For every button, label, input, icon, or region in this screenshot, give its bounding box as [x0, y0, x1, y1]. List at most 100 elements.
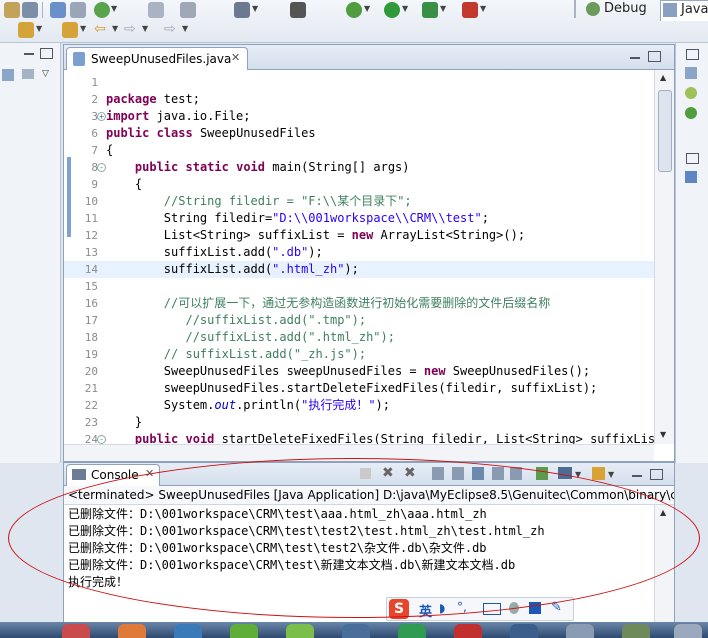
forward-arrow-icon[interactable]: ⇨ [124, 21, 136, 37]
tab-sweepunusedfiles-java[interactable]: SweepUnusedFiles.java ✕ [66, 47, 248, 70]
fold-toggle-icon[interactable]: - [97, 163, 106, 172]
last-edit-icon[interactable]: ⇨ [164, 21, 176, 37]
display-console-icon[interactable] [558, 467, 572, 479]
ant-view-icon[interactable] [685, 87, 697, 99]
pin-console-icon[interactable] [510, 467, 522, 480]
remove-all-icon[interactable]: ✖ [404, 465, 416, 481]
minimize-button[interactable] [630, 57, 640, 59]
scroll-up-icon[interactable]: ▲ [660, 508, 666, 517]
chevron-down-icon[interactable]: ▼ [142, 24, 148, 33]
chevron-down-icon[interactable]: ▼ [440, 4, 446, 13]
editor-horizontal-scrollbar[interactable] [64, 444, 654, 461]
scroll-up-icon[interactable]: ▲ [660, 73, 666, 82]
chevron-down-icon[interactable]: ▼ [80, 24, 86, 33]
code-line[interactable]: 10 //String filedir = "F:\\某个目录下"; [64, 193, 654, 210]
new-console-icon[interactable] [592, 467, 605, 480]
code-line[interactable]: 22 System.out.println("执行完成！"); [64, 397, 654, 414]
package-explorer-icon[interactable] [2, 69, 14, 81]
half-width-icon[interactable]: ◗ [439, 601, 445, 615]
code-line[interactable]: 6 public class SweepUnusedFiles [64, 125, 654, 142]
chevron-down-icon[interactable]: ▼ [111, 4, 117, 13]
code-area[interactable]: 1 2 package test; 3 + import java.io.File; 6 pu… [64, 70, 654, 460]
chevron-down-icon[interactable]: ▼ [402, 4, 408, 13]
restore-button[interactable] [686, 153, 699, 164]
clear-console-icon[interactable] [432, 467, 444, 480]
external-tools-icon[interactable] [462, 2, 478, 18]
show-console-icon[interactable] [472, 467, 484, 480]
sogou-logo-icon[interactable]: S [389, 599, 409, 619]
code-line[interactable]: 19 // suffixList.add("_zh.js"); [64, 346, 654, 363]
skin-icon[interactable] [529, 602, 541, 614]
code-line[interactable]: 17 //suffixList.add(".tmp"); [64, 312, 654, 329]
chevron-down-icon[interactable]: ▼ [575, 470, 581, 479]
tab-console[interactable]: Console ✕ [66, 464, 160, 486]
taskbar-app-icon[interactable] [286, 624, 314, 638]
scroll-down-icon[interactable]: ▼ [660, 430, 666, 439]
web-browser-icon[interactable] [94, 2, 110, 18]
taskbar-app-icon[interactable] [454, 624, 482, 638]
maximize-button[interactable] [40, 48, 53, 59]
taskbar-app-icon[interactable] [398, 624, 426, 638]
close-icon[interactable]: ✕ [145, 467, 154, 480]
code-line[interactable]: 15 [64, 278, 654, 295]
next-annotation-icon[interactable] [18, 22, 34, 38]
console-output[interactable]: 已删除文件：D:\001workspace\CRM\test\aaa.html_… [68, 506, 658, 591]
code-line[interactable]: 20 SweepUnusedFiles sweepUnusedFiles = n… [64, 363, 654, 380]
code-line[interactable]: 3 + import java.io.File; [64, 108, 654, 125]
console-vertical-scrollbar[interactable]: ▲ [654, 505, 674, 623]
chevron-down-icon[interactable]: ▼ [182, 24, 188, 33]
toggle-icon[interactable] [70, 2, 86, 18]
taskbar-app-icon[interactable] [174, 624, 202, 638]
punctuation-icon[interactable]: °, [457, 600, 467, 614]
code-line[interactable]: 18 //suffixList.add(".html_zh"); [64, 329, 654, 346]
code-line[interactable]: 2 package test; [64, 91, 654, 108]
code-line[interactable]: 12 List<String> suffixList = new ArrayLi… [64, 227, 654, 244]
taskbar-app-icon[interactable] [62, 624, 90, 638]
maximize-button[interactable] [648, 51, 661, 62]
chevron-down-icon[interactable]: ▼ [252, 4, 258, 13]
voice-icon[interactable] [509, 602, 519, 614]
chevron-down-icon[interactable]: ▼ [480, 4, 486, 13]
terminate-icon[interactable] [360, 468, 371, 479]
code-line[interactable]: 21 sweepUnusedFiles.startDeleteFixedFile… [64, 380, 654, 397]
restore-button[interactable] [686, 49, 699, 60]
chevron-down-icon[interactable]: ▼ [36, 24, 42, 33]
editor-vertical-scrollbar[interactable]: ▲ ▼ [654, 70, 674, 444]
taskbar-app-icon[interactable] [566, 624, 594, 638]
monitor-icon[interactable] [234, 2, 250, 18]
word-wrap-icon[interactable] [492, 467, 504, 480]
maximize-button[interactable] [650, 469, 663, 480]
code-line[interactable]: 7{ [64, 142, 654, 159]
chevron-down-icon[interactable]: ▼ [608, 470, 614, 479]
code-line[interactable]: 13 suffixList.add(".db"); [64, 244, 654, 261]
code-line[interactable]: 14 suffixList.add(".html_zh"); [64, 261, 654, 278]
code-line[interactable]: 11 String filedir="D:\\001workspace\\CRM… [64, 210, 654, 227]
debug-view-icon[interactable] [685, 107, 697, 119]
taskbar-app-icon[interactable] [510, 624, 538, 638]
taskbar-app-icon[interactable] [342, 624, 370, 638]
link-editor-icon[interactable] [22, 69, 34, 79]
hierarchy-view-icon[interactable] [685, 171, 697, 183]
code-line[interactable]: 1 [64, 74, 654, 91]
ime-mode-indicator[interactable]: 英 [419, 601, 432, 620]
taskbar-app-icon[interactable] [118, 624, 146, 638]
save-all-icon[interactable] [4, 2, 20, 18]
fold-toggle-icon[interactable]: + [97, 112, 106, 121]
debug-bug-icon[interactable] [346, 2, 362, 18]
previous-annotation-icon[interactable] [62, 22, 78, 38]
taskbar-app-icon[interactable] [674, 624, 702, 638]
chevron-down-icon[interactable]: ▼ [112, 24, 118, 33]
minimize-button[interactable] [24, 53, 34, 55]
server-icon[interactable] [148, 2, 164, 18]
remove-launch-icon[interactable]: ✖ [382, 465, 394, 481]
deploy-icon[interactable] [180, 2, 196, 18]
run-external-icon[interactable] [422, 2, 438, 18]
view-menu-icon[interactable]: ▽ [42, 69, 49, 79]
perspective-debug[interactable]: Debug [584, 0, 658, 20]
code-line[interactable]: 23 } [64, 414, 654, 431]
taskbar-app-icon[interactable] [230, 624, 258, 638]
scroll-lock-icon[interactable] [452, 467, 464, 480]
run-icon[interactable] [384, 2, 400, 18]
new-wizard-icon[interactable] [50, 2, 66, 18]
open-console-icon[interactable] [536, 467, 548, 480]
